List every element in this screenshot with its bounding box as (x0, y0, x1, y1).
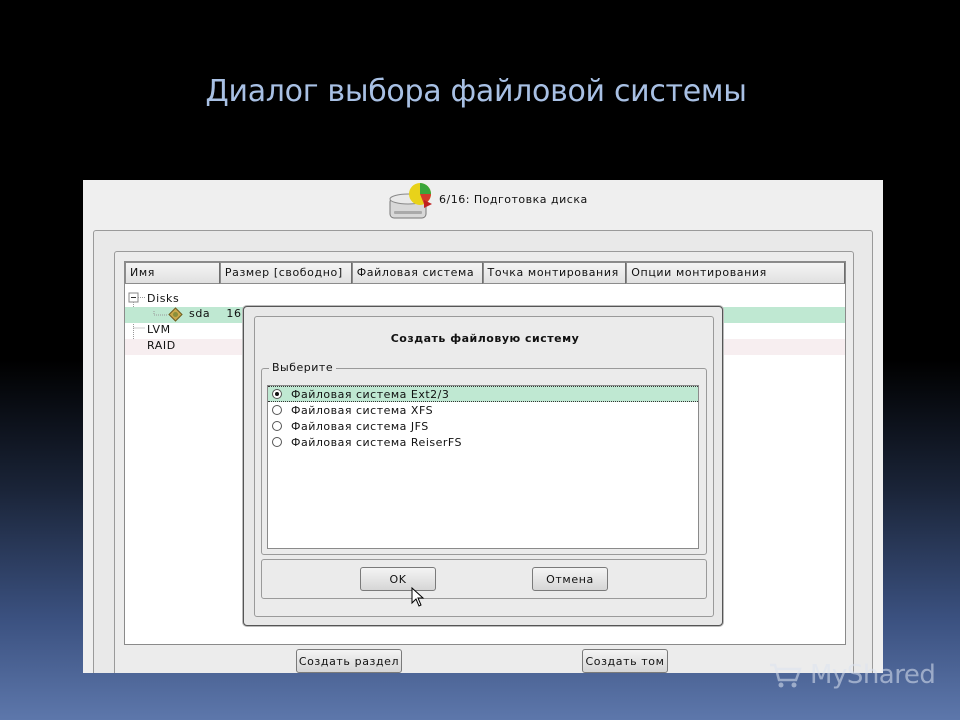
column-mount-options[interactable]: Опции монтирования (626, 262, 845, 284)
column-size[interactable]: Размер [свободно] (219, 262, 352, 284)
tree-item-lvm[interactable]: LVM (147, 323, 171, 339)
option-label: Файловая система Ext2/3 (291, 387, 450, 401)
option-label: Файловая система ReiserFS (291, 435, 463, 449)
column-filesystem[interactable]: Файловая система (351, 262, 483, 284)
option-label: Файловая система JFS (291, 419, 429, 433)
disk-name: sda (189, 307, 211, 320)
tree-branch-line (153, 311, 167, 316)
radio-checked-icon[interactable] (272, 389, 282, 399)
option-xfs[interactable]: Файловая система XFS (268, 402, 698, 418)
option-ext23[interactable]: Файловая система Ext2/3 (268, 386, 698, 402)
create-volume-button[interactable]: Создать том (582, 649, 668, 673)
tree-header: Имя Размер [свободно] Файловая система Т… (125, 262, 845, 284)
column-name[interactable]: Имя (125, 262, 220, 284)
group-label: Выберите (269, 361, 337, 374)
filesystem-group: Выберите Файловая система Ext2/3 Файлова… (261, 361, 707, 555)
option-jfs[interactable]: Файловая система JFS (268, 418, 698, 434)
cancel-button[interactable]: Отмена (532, 567, 608, 591)
option-reiserfs[interactable]: Файловая система ReiserFS (268, 434, 698, 450)
cart-icon (770, 663, 802, 688)
step-label: 6/16: Подготовка диска (439, 193, 588, 206)
installer-screen: 6/16: Подготовка диска Имя Размер [свобо… (83, 180, 883, 673)
create-filesystem-dialog: Создать файловую систему Выберите Файлов… (243, 306, 723, 626)
radio-unchecked-icon[interactable] (272, 437, 282, 447)
radio-unchecked-icon[interactable] (272, 421, 282, 431)
option-label: Файловая система XFS (291, 403, 434, 417)
dialog-title: Создать файловую систему (390, 332, 580, 345)
dialog-frame: Создать файловую систему Выберите Файлов… (254, 316, 714, 617)
tree-item-disks[interactable]: Disks (147, 292, 179, 308)
watermark-text: MyShared (810, 660, 936, 690)
disk-pie-icon (389, 183, 432, 219)
slide-title: Диалог выбора файловой системы (205, 74, 747, 109)
column-mount-point[interactable]: Точка монтирования (482, 262, 627, 284)
dialog-button-bar: OK Отмена (261, 559, 707, 599)
filesystem-list[interactable]: Файловая система Ext2/3 Файловая система… (267, 385, 699, 549)
watermark: MyShared (768, 658, 940, 692)
mouse-pointer-icon (411, 587, 425, 607)
hard-disk-icon (168, 307, 183, 322)
create-partition-button[interactable]: Создать раздел (296, 649, 402, 673)
radio-unchecked-icon[interactable] (272, 405, 282, 415)
